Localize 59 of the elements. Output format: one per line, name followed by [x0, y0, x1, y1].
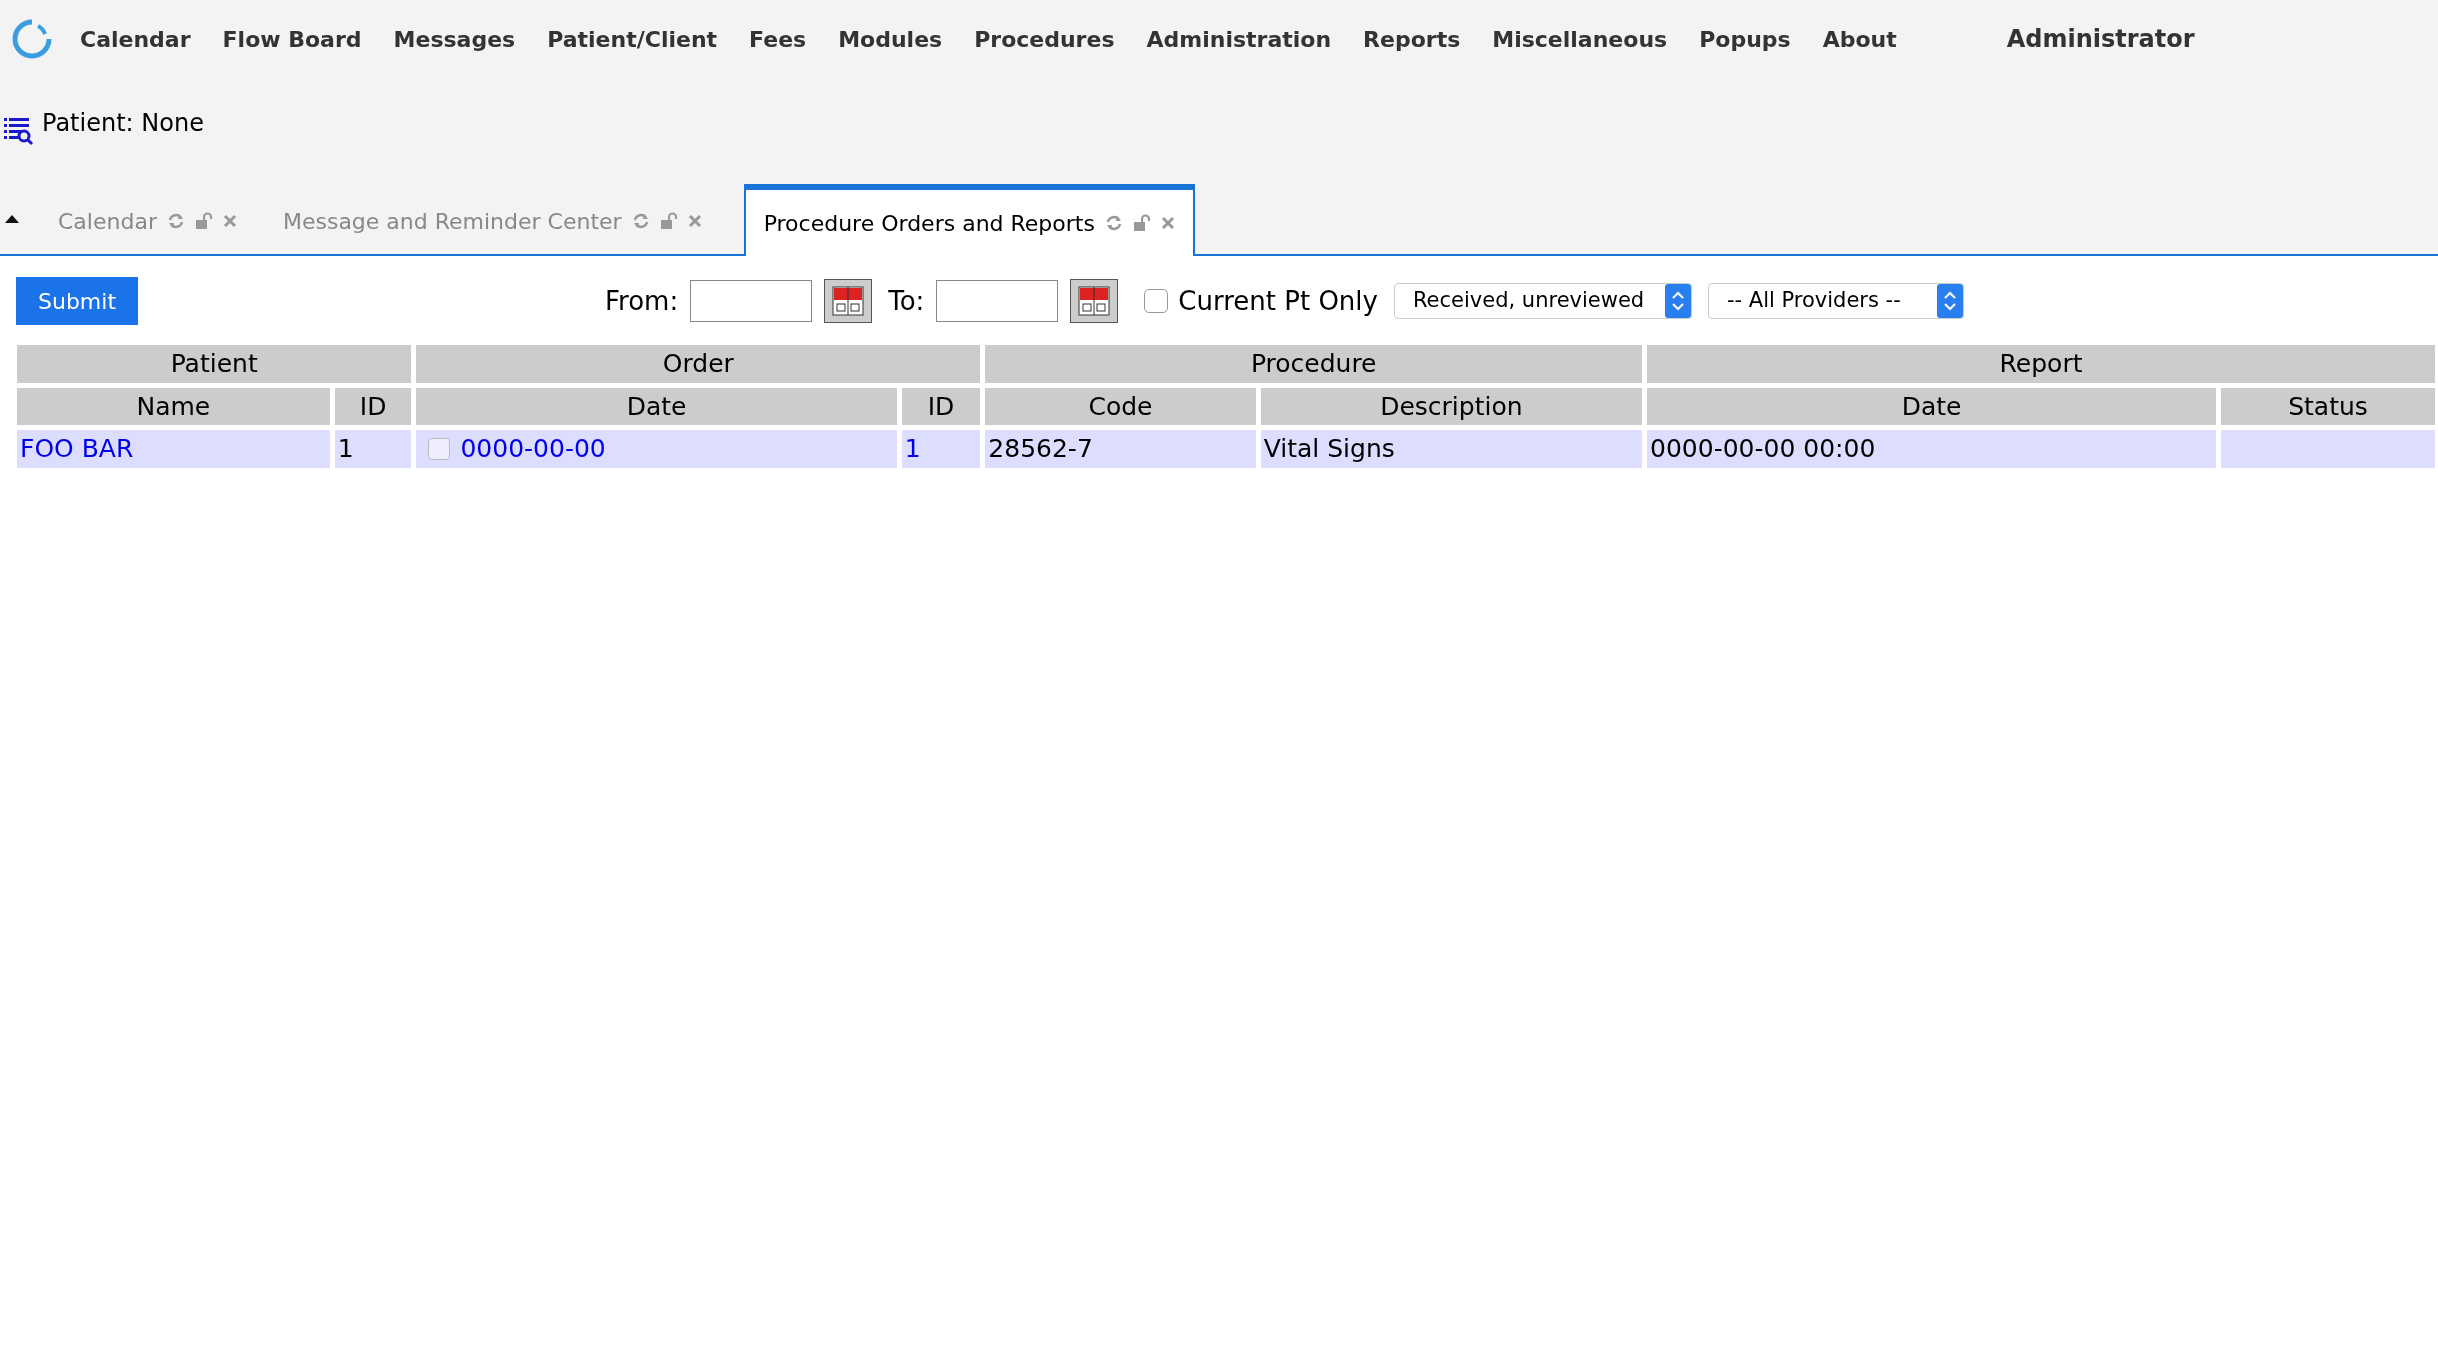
menu-item[interactable]: Administration [1146, 22, 1332, 56]
refresh-icon[interactable] [166, 212, 185, 230]
column-group-header: Order [416, 345, 981, 383]
table-cell: 28562-7 [985, 430, 1256, 468]
table-cell: 1 [334, 430, 412, 468]
checkbox[interactable] [1144, 289, 1169, 313]
select-arrows-icon [1664, 284, 1691, 318]
logo-icon[interactable] [10, 17, 54, 61]
refresh-icon[interactable] [631, 212, 650, 230]
patient-label: Patient: None [42, 108, 204, 139]
column-group-header: Patient [17, 345, 412, 383]
menu-item[interactable]: Modules [838, 22, 943, 56]
current-patient-only-label: Current Pt Only [1178, 284, 1378, 318]
close-icon[interactable] [222, 214, 237, 228]
column-header: Code [985, 387, 1256, 425]
submit-button[interactable]: Submit [16, 277, 138, 325]
user-menu[interactable]: Administrator [2006, 21, 2195, 57]
unlock-icon[interactable] [1132, 214, 1151, 232]
column-header: ID [901, 387, 981, 425]
column-header: Date [416, 387, 897, 425]
menu-item[interactable]: Reports [1363, 22, 1461, 56]
column-header: Status [2221, 387, 2435, 425]
menu-item[interactable]: Messages [393, 22, 516, 56]
column-header: ID [334, 387, 412, 425]
menu-item[interactable]: Flow Board [222, 22, 362, 56]
column-header: Description [1260, 387, 1643, 425]
order-id-link[interactable]: 1 [904, 434, 921, 464]
menu-item[interactable]: Fees [749, 22, 807, 56]
table-cell: 0000-00-00 00:00 [1647, 430, 2217, 468]
from-label: From: [605, 284, 679, 318]
to-label: To: [888, 284, 925, 318]
menu-item[interactable]: Calendar [80, 22, 191, 56]
from-date-field[interactable] [690, 280, 813, 322]
checkbox[interactable] [428, 438, 451, 460]
select-arrows-icon [1936, 284, 1963, 318]
column-header: Date [1647, 387, 2217, 425]
tab[interactable]: Procedure Orders and Reports [743, 184, 1195, 256]
refresh-icon[interactable] [1104, 214, 1123, 232]
provider-select[interactable]: -- All Providers -- [1707, 283, 1964, 319]
column-header: Name [17, 387, 330, 425]
collapse-caret-icon[interactable] [4, 214, 20, 224]
to-date-field[interactable] [936, 280, 1059, 322]
menu-item[interactable]: About [1822, 22, 1897, 56]
menu-item[interactable]: Patient/Client [547, 22, 718, 56]
close-icon[interactable] [1160, 216, 1175, 230]
column-group-header: Procedure [985, 345, 1643, 383]
menu-item[interactable]: Popups [1699, 22, 1791, 56]
unlock-icon[interactable] [194, 212, 213, 230]
calendar-icon [831, 285, 866, 317]
menu-item[interactable]: Miscellaneous [1492, 22, 1668, 56]
column-group-header: Report [1647, 345, 2435, 383]
menu-item[interactable]: Procedures [974, 22, 1115, 56]
status-select[interactable]: Received, unreviewed [1393, 283, 1692, 319]
calendar-picker-button[interactable] [824, 279, 873, 323]
table-cell: Vital Signs [1260, 430, 1643, 468]
close-icon[interactable] [687, 214, 702, 228]
unlock-icon[interactable] [659, 212, 678, 230]
calendar-picker-button[interactable] [1070, 279, 1119, 323]
calendar-icon [1077, 285, 1112, 317]
